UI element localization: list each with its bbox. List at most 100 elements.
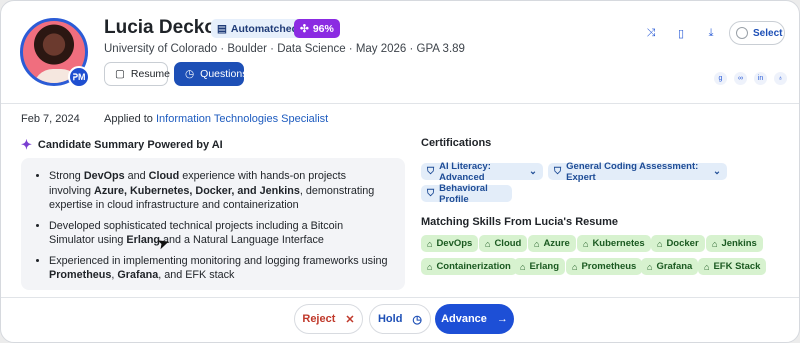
select-checkbox[interactable] [736,27,748,39]
cert-label: AI Literacy: Advanced [439,160,491,183]
cert-chip[interactable]: ⛉ Behavioral Profile [421,182,512,205]
link-icon[interactable]: ∞ [734,72,747,85]
select-label: Select [753,27,783,39]
tag-icon: ⌂ [647,261,653,272]
skill-label: Grafana [656,261,693,272]
hold-button[interactable]: Hold ◷ [369,304,431,334]
filter-icon: ⛉ [427,166,435,177]
skill-label: Jenkins [721,238,757,249]
skill-chip: ⌂ Grafana [641,258,699,275]
summary-text: Strong [49,170,84,182]
skill-label: EFK Stack [713,261,761,272]
summary-text: , and EFK stack [158,269,235,281]
tag-icon: ⌂ [534,238,540,249]
skill-chip: ⌂ Erlang [514,258,565,275]
summary-heading: ✦ Candidate Summary Powered by AI [21,137,223,153]
hold-label: Hold [377,313,403,325]
summary-bullet: Experienced in implementing monitoring a… [49,254,391,283]
skill-chip: ⌂ EFK Stack [698,258,767,275]
avatar-badge: ᕈM [68,66,90,88]
skill-chip: ⌂ Jenkins [706,235,763,252]
footer-divider [1,297,799,298]
reject-button[interactable]: Reject ✕ [294,304,363,334]
questions-button[interactable]: ◷ Questions [174,62,248,86]
cert-chip[interactable]: ⛉ General Coding Assessment: Expert ⌄ [548,160,727,183]
skill-chip: ⌂ Azure [528,235,576,252]
skill-label: Prometheus [581,261,637,272]
cert-label: Behavioral Profile [439,182,488,205]
automatched-label: Automatched [230,22,299,35]
linkedin-icon[interactable]: in [754,72,767,85]
chevron-down-icon: ⌄ [529,166,537,177]
tag-icon: ⌂ [427,261,433,272]
skill-label: Docker [666,238,699,249]
filter-icon: ⛉ [427,188,435,199]
skill-label: Azure [543,238,570,249]
summary-highlight: Azure, Kubernetes, Docker, and Jenkins [94,184,300,197]
sparkle-icon: ✦ [21,137,32,152]
tag-icon: ⌂ [427,238,433,249]
candidate-card: ᕈM Lucia Deckow ▤ Automatched ✣ 96% Univ… [0,0,800,343]
advance-label: Advance [441,313,487,325]
applied-to: Applied to Information Technologies Spec… [104,113,328,125]
puzzle-icon: ✣ [300,22,309,35]
tag-icon: ⌂ [657,238,663,249]
summary-title: Candidate Summary Powered by AI [37,139,223,151]
tag-icon: ⌂ [572,261,578,272]
download-icon[interactable]: ⤓ [703,25,719,41]
application-date: Feb 7, 2024 [21,113,80,125]
bulb-icon[interactable]: ♁ [774,72,787,85]
skills-title: Matching Skills From Lucia's Resume [421,216,619,228]
summary-text: Experienced in implementing monitoring a… [49,254,388,267]
applied-prefix: Applied to [104,113,156,125]
skill-label: Cloud [494,238,522,249]
arrow-right-icon: → [496,313,508,325]
reject-label: Reject [302,313,336,325]
match-percent-label: 96% [312,22,334,35]
summary-highlight: Prometheus [49,269,112,281]
skill-chip: ⌂ Containerization [421,258,517,275]
tag-icon: ⌂ [520,261,526,272]
robot-icon: ▤ [217,22,227,35]
filter-icon: ⛉ [554,166,562,177]
questions-label: Questions [200,68,248,80]
header-divider [1,103,799,104]
summary-text: and a Natural Language Interface [160,234,324,246]
resume-button[interactable]: ▢ Resume [104,62,171,86]
tag-icon: ⌂ [712,238,718,249]
skill-label: Kubernetes [592,238,645,249]
document-icon[interactable]: ▯ [673,25,689,41]
summary-text: and [124,170,149,182]
advance-button[interactable]: Advance → [435,304,514,334]
close-icon: ✕ [345,313,355,326]
summary-highlight: Grafana [117,269,159,281]
candidate-subline: University of Colorado · Boulder · Data … [104,43,465,55]
clock-icon: ◷ [412,313,423,326]
skill-chip: ⌂ Cloud [479,235,528,252]
tag-icon: ⌂ [583,238,589,249]
tag-icon: ⌂ [704,261,710,272]
skill-chip: ⌂ Kubernetes [577,235,651,252]
document-icon: ▢ [115,68,125,80]
tag-icon: ⌂ [485,238,491,249]
shuffle-icon[interactable]: ⤨ [643,25,659,41]
skill-label: Containerization [436,261,511,272]
skill-chip: ⌂ DevOps [421,235,479,252]
automatched-badge: ▤ Automatched [211,19,305,38]
select-button[interactable]: Select [729,21,785,45]
summary-list: Strong DevOps and Cloud experience with … [49,169,391,283]
github-icon[interactable]: g [714,72,727,85]
clock-icon: ◷ [185,68,195,80]
summary-bullet: Developed sophisticated technical projec… [49,219,391,248]
summary-box: Strong DevOps and Cloud experience with … [21,158,405,290]
position-link[interactable]: Information Technologies Specialist [156,113,328,125]
summary-highlight: DevOps [83,170,125,182]
certifications-title: Certifications [421,137,492,149]
resume-label: Resume [130,68,171,80]
skill-label: Erlang [529,261,559,272]
cert-chip[interactable]: ⛉ AI Literacy: Advanced ⌄ [421,160,543,183]
skill-label: DevOps [436,238,473,249]
summary-highlight: Cloud [148,170,180,182]
cert-label: General Coding Assessment: Expert [566,160,699,183]
skill-chip: ⌂ Prometheus [566,258,643,275]
